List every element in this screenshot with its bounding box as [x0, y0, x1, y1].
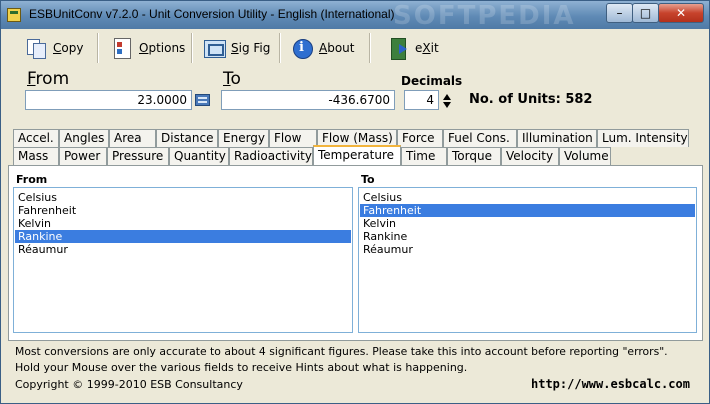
decimals-input[interactable]: 4	[404, 90, 439, 110]
to-unit-list[interactable]: Celsius Fahrenheit Kelvin Rankine Réaumu…	[358, 187, 697, 333]
options-label: Options	[139, 41, 186, 55]
copy-label: Copy	[53, 41, 84, 55]
copyright: Copyright © 1999-2010 ESB Consultancy	[15, 378, 243, 391]
tab-mass[interactable]: Mass	[13, 147, 59, 165]
tab-distance[interactable]: Distance	[156, 129, 218, 147]
toolbar-separator	[97, 33, 99, 63]
about-button[interactable]: About	[291, 34, 355, 62]
arrow-down-icon[interactable]	[443, 102, 451, 108]
hint-mouse: Hold your Mouse over the various fields …	[15, 361, 468, 374]
arrow-up-icon[interactable]	[443, 94, 451, 100]
list-item[interactable]: Rankine	[360, 230, 695, 243]
tab-quantity[interactable]: Quantity	[169, 147, 229, 165]
close-button[interactable]: ✕	[658, 3, 704, 23]
toolbar-separator	[279, 33, 281, 63]
list-item[interactable]: Fahrenheit	[15, 204, 351, 217]
tab-power[interactable]: Power	[59, 147, 107, 165]
exit-door-icon	[387, 37, 409, 60]
from-unit-list[interactable]: Celsius Fahrenheit Kelvin Rankine Réaumu…	[13, 187, 353, 333]
list-item-selected[interactable]: Fahrenheit	[360, 204, 695, 217]
from-value-input[interactable]: 23.0000	[25, 90, 192, 110]
maximize-button[interactable]: □	[632, 3, 659, 23]
window-title: ESBUnitConv v7.2.0 - Unit Conversion Uti…	[29, 7, 395, 21]
app-window: ESBUnitConv v7.2.0 - Unit Conversion Uti…	[0, 0, 710, 404]
tab-velocity[interactable]: Velocity	[501, 147, 559, 165]
about-label: About	[319, 41, 355, 55]
tab-temperature[interactable]: Temperature	[313, 145, 401, 165]
sigfig-label: Sig Fig	[231, 41, 271, 55]
tab-lum-intensity[interactable]: Lum. Intensity	[597, 129, 689, 147]
tab-accel[interactable]: Accel.	[13, 129, 59, 147]
options-icon	[111, 37, 133, 59]
sigfig-button[interactable]: Sig Fig	[203, 34, 270, 62]
to-value-input[interactable]: -436.6700	[221, 90, 395, 110]
hint-accuracy: Most conversions are only accurate to ab…	[15, 345, 668, 358]
tab-force[interactable]: Force	[397, 129, 443, 147]
list-item[interactable]: Réaumur	[360, 243, 695, 256]
list-item-selected[interactable]: Rankine	[15, 230, 351, 243]
tab-illumination[interactable]: Illumination	[517, 129, 597, 147]
toolbar-separator	[191, 33, 193, 63]
copy-icon	[25, 37, 47, 59]
list-item[interactable]: Kelvin	[360, 217, 695, 230]
options-button[interactable]: Options	[111, 34, 185, 62]
tab-time[interactable]: Time	[401, 147, 447, 165]
exit-button[interactable]: eXit	[387, 34, 439, 62]
calculator-icon[interactable]	[195, 94, 210, 106]
tab-torque[interactable]: Torque	[447, 147, 501, 165]
tab-pressure[interactable]: Pressure	[107, 147, 169, 165]
from-heading: From	[27, 69, 70, 89]
decimals-label: Decimals	[401, 74, 463, 88]
minimize-button[interactable]: –	[606, 3, 633, 23]
to-heading: To	[223, 69, 241, 89]
title-bar[interactable]: ESBUnitConv v7.2.0 - Unit Conversion Uti…	[1, 1, 709, 31]
to-list-label: To	[361, 173, 375, 186]
sigfig-icon	[203, 37, 226, 59]
exit-label: eXit	[415, 41, 439, 55]
list-item[interactable]: Celsius	[360, 191, 695, 204]
list-item[interactable]: Celsius	[15, 191, 351, 204]
app-icon[interactable]	[7, 8, 21, 22]
decimals-stepper[interactable]	[441, 91, 453, 111]
tab-energy[interactable]: Energy	[218, 129, 269, 147]
watermark: SOFTPEDIA	[393, 1, 576, 31]
tab-area[interactable]: Area	[109, 129, 156, 147]
from-list-label: From	[16, 173, 48, 186]
copy-button[interactable]: Copy	[25, 34, 83, 62]
list-item[interactable]: Kelvin	[15, 217, 351, 230]
toolbar: Copy Options Sig Fig About eXit	[7, 31, 703, 65]
website-link[interactable]: http://www.esbcalc.com	[531, 377, 690, 391]
tab-flow[interactable]: Flow	[269, 129, 317, 147]
tab-angles[interactable]: Angles	[59, 129, 109, 147]
toolbar-separator	[369, 33, 371, 63]
units-count: No. of Units: 582	[469, 92, 593, 107]
tab-radioactivity[interactable]: Radioactivity	[229, 147, 313, 165]
tab-volume[interactable]: Volume	[559, 147, 611, 165]
list-item[interactable]: Réaumur	[15, 243, 351, 256]
tab-fuel-cons[interactable]: Fuel Cons.	[443, 129, 517, 147]
info-icon	[291, 37, 313, 59]
